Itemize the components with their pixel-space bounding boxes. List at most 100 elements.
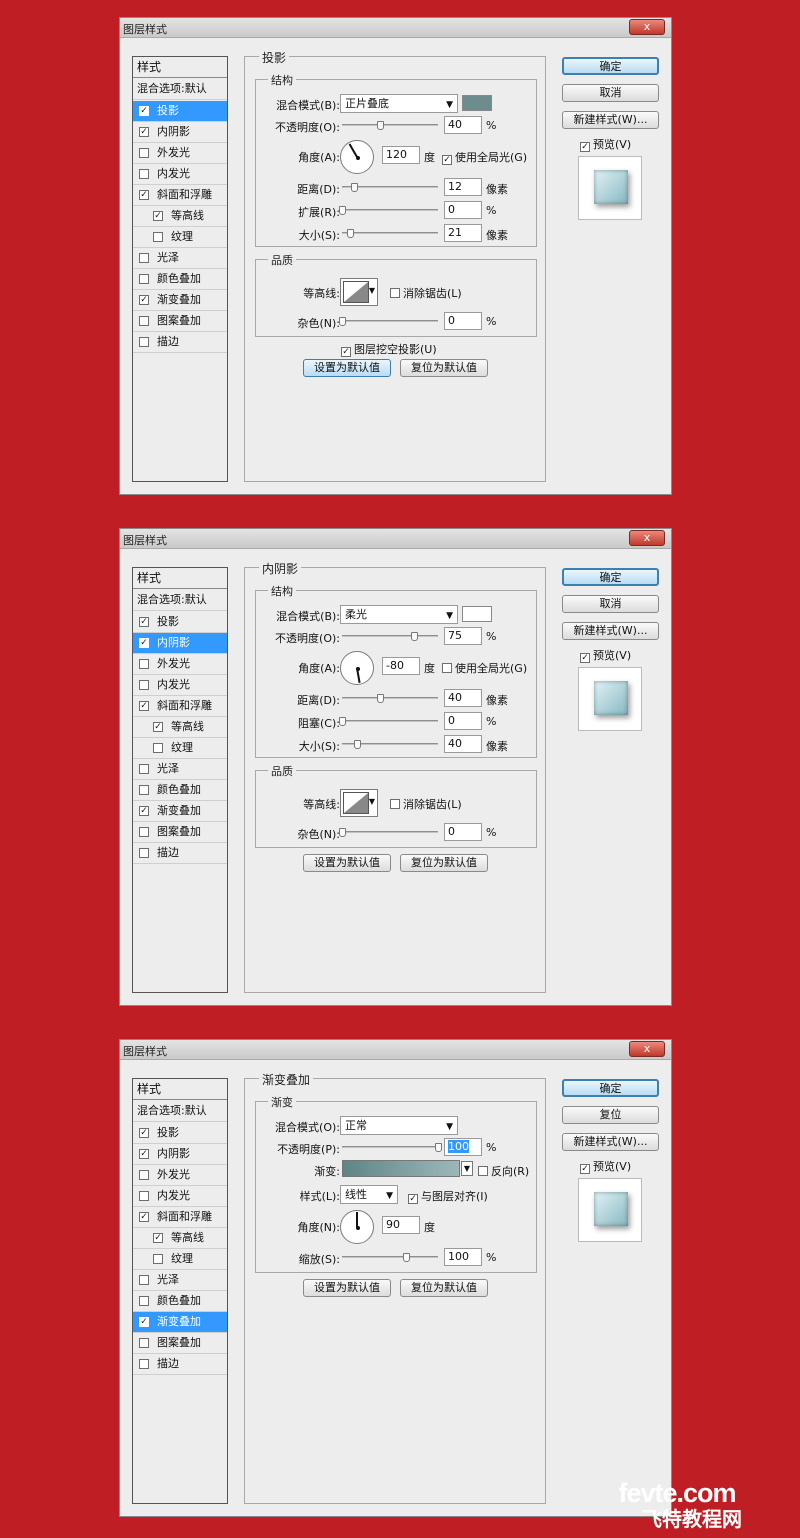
style-item-8[interactable]: 光泽 [133, 248, 227, 269]
style-item-check-icon[interactable] [153, 1254, 163, 1264]
styles-header[interactable]: 样式 [133, 1079, 227, 1100]
opacity-input[interactable]: 100 [444, 1138, 482, 1156]
style-item-check-icon[interactable]: ✓ [153, 1233, 163, 1243]
style-item-check-icon[interactable] [139, 316, 149, 326]
style-item-check-icon[interactable] [153, 743, 163, 753]
global-light-checkbox[interactable]: 使用全局光(G) [442, 660, 527, 676]
global-light-checkbox[interactable]: ✓ 使用全局光(G) [442, 149, 527, 165]
opacity-slider[interactable] [342, 632, 438, 641]
ok-button[interactable]: 确定 [562, 1079, 659, 1097]
distance-slider[interactable] [342, 183, 438, 192]
preview-checkbox[interactable]: ✓ 预览(V) [580, 647, 631, 663]
style-item-check-icon[interactable] [153, 232, 163, 242]
preview-check-icon[interactable]: ✓ [580, 142, 590, 152]
choke-slider-thumb[interactable] [339, 717, 346, 726]
style-item-3[interactable]: 外发光 [133, 1165, 227, 1186]
angle-input[interactable]: 90 [382, 1216, 420, 1234]
style-item-1[interactable]: ✓ 投影 [133, 612, 227, 633]
style-item-check-icon[interactable]: ✓ [139, 127, 149, 137]
global-light-check-icon[interactable] [442, 663, 452, 673]
new-style-button[interactable]: 新建样式(W)... [562, 111, 659, 129]
antialias-checkbox[interactable]: 消除锯齿(L) [390, 796, 462, 812]
style-item-1[interactable]: ✓ 投影 [133, 1123, 227, 1144]
knockout-check-icon[interactable]: ✓ [341, 347, 351, 357]
style-item-check-icon[interactable] [139, 848, 149, 858]
choke-input[interactable]: 0 [444, 712, 482, 730]
spread-slider-thumb[interactable] [339, 206, 346, 215]
style-item-check-icon[interactable] [139, 169, 149, 179]
style-item-12[interactable]: 描边 [133, 1354, 227, 1375]
opacity-input[interactable]: 40 [444, 116, 482, 134]
style-item-11[interactable]: 图案叠加 [133, 822, 227, 843]
style-item-7[interactable]: 纹理 [133, 1249, 227, 1270]
blend-mode-select[interactable]: 正常 ▼ [340, 1116, 458, 1135]
style-item-check-icon[interactable] [139, 337, 149, 347]
choke-slider[interactable] [339, 717, 438, 726]
styles-header[interactable]: 样式 [133, 568, 227, 589]
style-item-10[interactable]: ✓ 渐变叠加 [133, 801, 227, 822]
distance-input[interactable]: 12 [444, 178, 482, 196]
preview-check-icon[interactable]: ✓ [580, 653, 590, 663]
style-item-check-icon[interactable] [139, 785, 149, 795]
noise-input[interactable]: 0 [444, 312, 482, 330]
chevron-down-icon[interactable]: ▼ [461, 1161, 473, 1176]
preview-check-icon[interactable]: ✓ [580, 1164, 590, 1174]
style-item-9[interactable]: 颜色叠加 [133, 269, 227, 290]
blend-options-item[interactable]: 混合选项:默认 [133, 1101, 227, 1122]
antialias-check-icon[interactable] [390, 799, 400, 809]
angle-dial[interactable] [340, 1210, 374, 1244]
reset-button[interactable]: 复位 [562, 1106, 659, 1124]
style-item-12[interactable]: 描边 [133, 332, 227, 353]
blend-options-item[interactable]: 混合选项:默认 [133, 79, 227, 100]
scale-slider-thumb[interactable] [403, 1253, 410, 1262]
noise-slider[interactable] [339, 317, 438, 326]
distance-slider[interactable] [342, 694, 438, 703]
size-slider[interactable] [342, 740, 438, 749]
scale-input[interactable]: 100 [444, 1248, 482, 1266]
style-item-4[interactable]: 内发光 [133, 164, 227, 185]
gradient-picker[interactable]: ▼ [342, 1160, 473, 1177]
style-item-2[interactable]: ✓ 内阴影 [133, 122, 227, 143]
style-item-check-icon[interactable] [139, 274, 149, 284]
style-item-8[interactable]: 光泽 [133, 1270, 227, 1291]
style-item-check-icon[interactable]: ✓ [139, 638, 149, 648]
style-item-12[interactable]: 描边 [133, 843, 227, 864]
blend-options-item[interactable]: 混合选项:默认 [133, 590, 227, 611]
distance-input[interactable]: 40 [444, 689, 482, 707]
global-light-check-icon[interactable]: ✓ [442, 155, 452, 165]
style-item-7[interactable]: 纹理 [133, 227, 227, 248]
style-item-check-icon[interactable] [139, 764, 149, 774]
style-item-9[interactable]: 颜色叠加 [133, 1291, 227, 1312]
antialias-checkbox[interactable]: 消除锯齿(L) [390, 285, 462, 301]
style-item-check-icon[interactable] [139, 1296, 149, 1306]
make-default-button[interactable]: 设置为默认值 [303, 1279, 391, 1297]
scale-slider[interactable] [342, 1253, 438, 1262]
style-item-10[interactable]: ✓ 渐变叠加 [133, 1312, 227, 1333]
style-item-11[interactable]: 图案叠加 [133, 311, 227, 332]
style-item-check-icon[interactable]: ✓ [139, 1317, 149, 1327]
new-style-button[interactable]: 新建样式(W)... [562, 1133, 659, 1151]
antialias-check-icon[interactable] [390, 288, 400, 298]
style-item-2[interactable]: ✓ 内阴影 [133, 1144, 227, 1165]
style-item-check-icon[interactable] [139, 1359, 149, 1369]
size-slider-thumb[interactable] [354, 740, 362, 749]
style-item-check-icon[interactable]: ✓ [139, 1149, 149, 1159]
size-slider-thumb[interactable] [347, 229, 355, 238]
size-input[interactable]: 40 [444, 735, 482, 753]
angle-input[interactable]: 120 [382, 146, 420, 164]
spread-slider[interactable] [339, 206, 438, 215]
style-item-check-icon[interactable] [139, 1275, 149, 1285]
title-bar[interactable]: 图层样式 x [120, 1040, 671, 1060]
style-item-check-icon[interactable] [139, 1170, 149, 1180]
close-button[interactable]: x [629, 1041, 665, 1057]
style-item-7[interactable]: 纹理 [133, 738, 227, 759]
style-item-11[interactable]: 图案叠加 [133, 1333, 227, 1354]
style-item-check-icon[interactable]: ✓ [139, 701, 149, 711]
angle-dial[interactable] [340, 651, 374, 685]
style-item-5[interactable]: ✓ 斜面和浮雕 [133, 185, 227, 206]
preview-checkbox[interactable]: ✓ 预览(V) [580, 136, 631, 152]
style-item-4[interactable]: 内发光 [133, 675, 227, 696]
knockout-checkbox[interactable]: ✓ 图层挖空投影(U) [341, 341, 437, 357]
close-button[interactable]: x [629, 19, 665, 35]
opacity-slider[interactable] [342, 1143, 442, 1152]
